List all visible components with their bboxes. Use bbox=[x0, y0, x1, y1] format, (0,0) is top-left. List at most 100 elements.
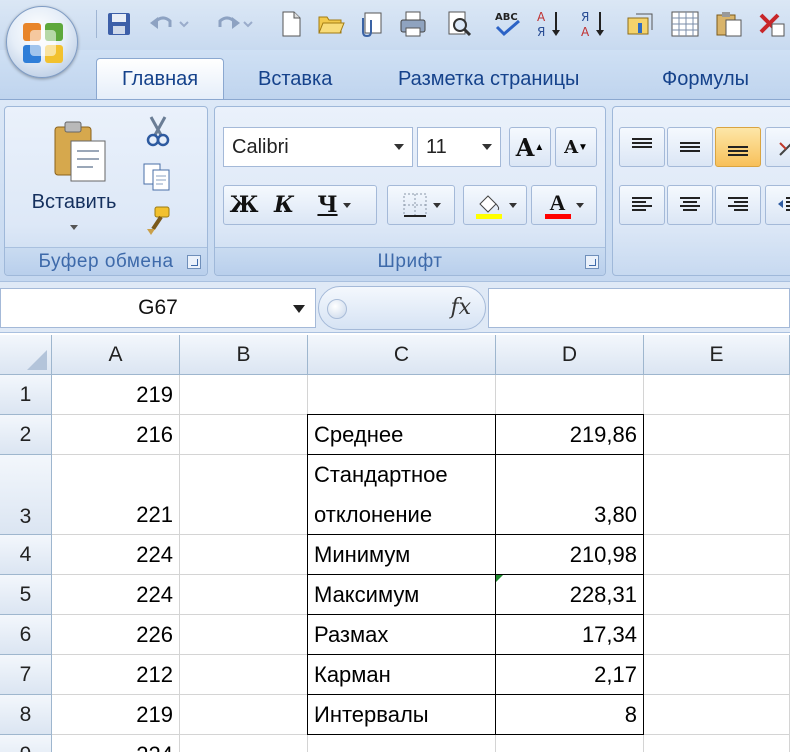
tab-formulas[interactable]: Формулы bbox=[650, 64, 761, 98]
align-right-button[interactable] bbox=[715, 185, 761, 225]
insert-chart-icon[interactable] bbox=[626, 8, 656, 40]
row-header[interactable]: 5 bbox=[0, 575, 52, 615]
cell-c3[interactable]: Стандартное отклонение bbox=[307, 455, 496, 535]
formula-input[interactable] bbox=[488, 288, 790, 328]
cell-a9[interactable]: 224 bbox=[52, 735, 180, 752]
column-header-d[interactable]: D bbox=[496, 335, 644, 375]
font-color-button[interactable]: A bbox=[531, 185, 597, 225]
cell-c7[interactable]: Карман bbox=[307, 655, 496, 695]
close-icon[interactable] bbox=[756, 8, 786, 40]
row-header[interactable]: 1 bbox=[0, 375, 52, 415]
cell-a6[interactable]: 226 bbox=[52, 615, 180, 655]
format-painter-button[interactable] bbox=[141, 205, 175, 239]
row-header[interactable]: 8 bbox=[0, 695, 52, 735]
cell-e4[interactable] bbox=[644, 535, 790, 575]
cut-button[interactable] bbox=[143, 115, 177, 149]
row-header[interactable]: 2 bbox=[0, 415, 52, 455]
formula-bar-splitter[interactable] bbox=[327, 299, 347, 319]
cell-e7[interactable] bbox=[644, 655, 790, 695]
cell-e5[interactable] bbox=[644, 575, 790, 615]
row-header[interactable]: 7 bbox=[0, 655, 52, 695]
cell-e9[interactable] bbox=[644, 735, 790, 752]
spelling-icon[interactable]: ABC bbox=[490, 8, 526, 40]
cell-d5[interactable]: 228,31 bbox=[496, 575, 644, 615]
new-document-icon[interactable] bbox=[276, 8, 306, 40]
cell-d1[interactable] bbox=[496, 375, 644, 415]
align-center-button[interactable] bbox=[667, 185, 713, 225]
cell-c6[interactable]: Размах bbox=[307, 615, 496, 655]
cell-a1[interactable]: 219 bbox=[52, 375, 180, 415]
cell-d2[interactable]: 219,86 bbox=[496, 414, 644, 455]
cell-a5[interactable]: 224 bbox=[52, 575, 180, 615]
print-preview-icon[interactable] bbox=[444, 8, 474, 40]
table-icon[interactable] bbox=[670, 8, 700, 40]
office-button[interactable] bbox=[6, 6, 78, 78]
italic-button[interactable]: К bbox=[264, 192, 304, 218]
cell-c5[interactable]: Максимум bbox=[307, 575, 496, 615]
print-icon[interactable] bbox=[398, 8, 428, 40]
align-middle-button[interactable] bbox=[667, 127, 713, 167]
cell-a2[interactable]: 216 bbox=[52, 415, 180, 455]
tab-page-layout[interactable]: Разметка страницы bbox=[386, 64, 591, 98]
row-header[interactable]: 9 bbox=[0, 735, 52, 752]
cell-d7[interactable]: 2,17 bbox=[496, 655, 644, 695]
cell-e1[interactable] bbox=[644, 375, 790, 415]
fill-color-button[interactable] bbox=[463, 185, 527, 225]
tab-insert[interactable]: Вставка bbox=[246, 64, 344, 98]
cell-d4[interactable]: 210,98 bbox=[496, 535, 644, 575]
cell-d8[interactable]: 8 bbox=[496, 695, 644, 735]
cell-b3[interactable] bbox=[180, 455, 308, 535]
name-box[interactable]: G67 bbox=[0, 288, 316, 328]
attach-icon[interactable] bbox=[356, 8, 386, 40]
cell-e6[interactable] bbox=[644, 615, 790, 655]
cell-e2[interactable] bbox=[644, 415, 790, 455]
cell-a8[interactable]: 219 bbox=[52, 695, 180, 735]
cell-b5[interactable] bbox=[180, 575, 308, 615]
column-header-e[interactable]: E bbox=[644, 335, 790, 375]
insert-function-button[interactable]: fx bbox=[450, 295, 471, 320]
font-family-select[interactable]: Calibri bbox=[223, 127, 413, 167]
cell-d3[interactable]: 3,80 bbox=[496, 455, 644, 535]
sort-ascending-icon[interactable]: АЯ bbox=[534, 8, 564, 40]
cell-b1[interactable] bbox=[180, 375, 308, 415]
cell-e3[interactable] bbox=[644, 455, 790, 535]
font-size-select[interactable]: 11 bbox=[417, 127, 501, 167]
cell-c4[interactable]: Минимум bbox=[307, 535, 496, 575]
cell-a3[interactable]: 221 bbox=[52, 455, 180, 535]
cell-b2[interactable] bbox=[180, 415, 308, 455]
cell-c9[interactable] bbox=[308, 735, 496, 752]
borders-button[interactable] bbox=[387, 185, 455, 225]
align-left-button[interactable] bbox=[619, 185, 665, 225]
decrease-indent-button[interactable] bbox=[765, 185, 790, 225]
cell-b7[interactable] bbox=[180, 655, 308, 695]
cell-b6[interactable] bbox=[180, 615, 308, 655]
align-top-button[interactable] bbox=[619, 127, 665, 167]
cell-b9[interactable] bbox=[180, 735, 308, 752]
undo-icon[interactable] bbox=[146, 8, 192, 40]
cell-a7[interactable]: 212 bbox=[52, 655, 180, 695]
row-header[interactable]: 6 bbox=[0, 615, 52, 655]
cell-b8[interactable] bbox=[180, 695, 308, 735]
font-dialog-launcher[interactable] bbox=[585, 255, 599, 269]
align-bottom-button[interactable] bbox=[715, 127, 761, 167]
open-folder-icon[interactable] bbox=[316, 8, 346, 40]
tab-home[interactable]: Главная bbox=[96, 58, 224, 102]
save-icon[interactable] bbox=[104, 8, 134, 40]
column-header-c[interactable]: C bbox=[308, 335, 496, 375]
redo-icon[interactable] bbox=[210, 8, 256, 40]
underline-button[interactable]: Ч bbox=[304, 192, 364, 218]
row-header[interactable]: 4 bbox=[0, 535, 52, 575]
cell-d6[interactable]: 17,34 bbox=[496, 615, 644, 655]
column-header-a[interactable]: A bbox=[52, 335, 180, 375]
cell-c1[interactable] bbox=[308, 375, 496, 415]
bold-button[interactable]: Ж bbox=[224, 192, 264, 218]
column-header-b[interactable]: B bbox=[180, 335, 308, 375]
cell-e8[interactable] bbox=[644, 695, 790, 735]
clipboard-dialog-launcher[interactable] bbox=[187, 255, 201, 269]
cell-d9[interactable] bbox=[496, 735, 644, 752]
select-all-button[interactable] bbox=[0, 335, 52, 375]
paste-special-icon[interactable] bbox=[714, 8, 744, 40]
row-header[interactable]: 3 bbox=[0, 455, 52, 535]
cell-a4[interactable]: 224 bbox=[52, 535, 180, 575]
paste-button[interactable]: Вставить bbox=[19, 113, 129, 243]
